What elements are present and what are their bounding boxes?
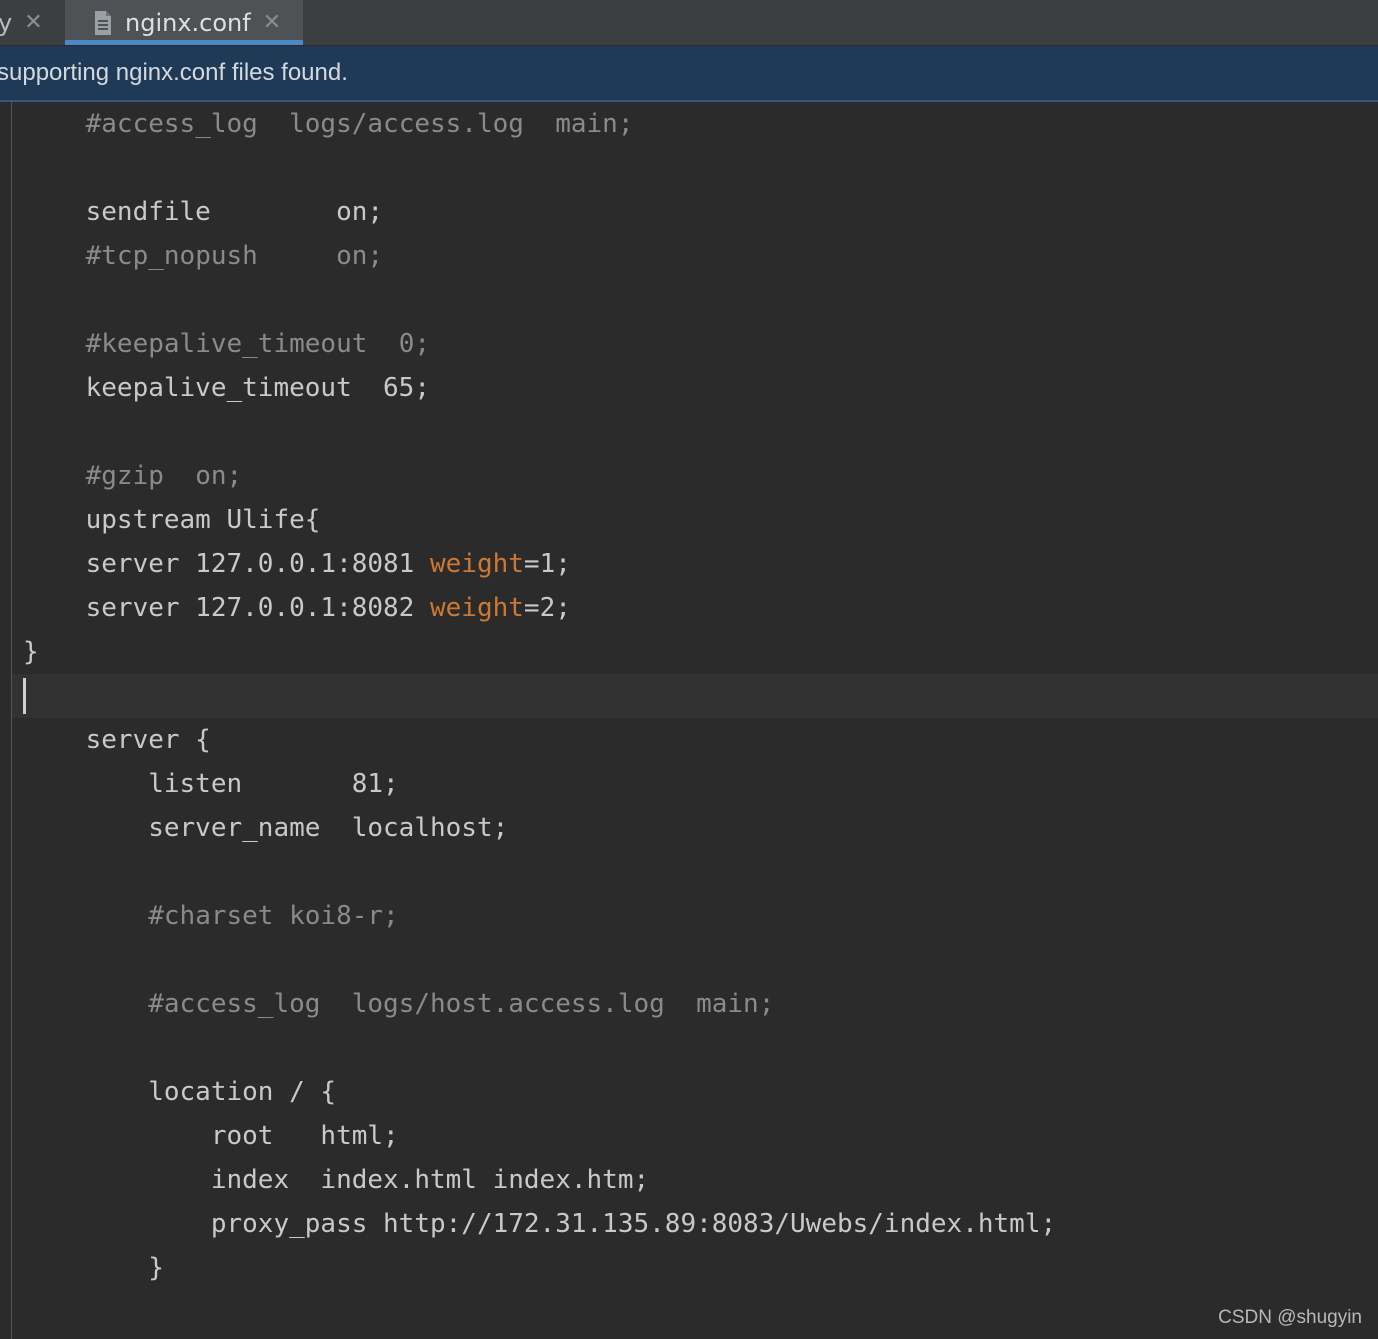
code-line[interactable]: sendfile on; bbox=[23, 190, 1056, 234]
code-line[interactable]: server_name localhost; bbox=[23, 806, 1056, 850]
code-line[interactable]: } bbox=[23, 1246, 1056, 1290]
code-line[interactable]: upstream Ulife{ bbox=[23, 498, 1056, 542]
code-token: root html; bbox=[23, 1121, 399, 1151]
code-line[interactable]: #tcp_nopush on; bbox=[23, 234, 1056, 278]
code-line[interactable]: #keepalive_timeout 0; bbox=[23, 322, 1056, 366]
code-token: server 127.0.0.1:8082 bbox=[23, 593, 430, 623]
close-icon[interactable]: ✕ bbox=[24, 10, 42, 35]
code-token: upstream Ulife{ bbox=[23, 505, 321, 535]
tab-label: y bbox=[0, 8, 13, 37]
code-line[interactable]: server { bbox=[23, 718, 1056, 762]
file-icon bbox=[93, 10, 113, 36]
code-token: #access_log logs/access.log main; bbox=[85, 109, 634, 139]
code-token: #access_log logs/host.access.log main; bbox=[148, 989, 775, 1019]
code-token: #keepalive_timeout 0; bbox=[85, 329, 430, 359]
code-editor[interactable]: #access_log logs/access.log main; sendfi… bbox=[0, 102, 1378, 1339]
code-line[interactable] bbox=[23, 146, 1056, 190]
code-line[interactable] bbox=[23, 850, 1056, 894]
code-token: } bbox=[23, 1253, 164, 1283]
code-line[interactable]: server 127.0.0.1:8081 weight=1; bbox=[23, 542, 1056, 586]
code-line[interactable]: #gzip on; bbox=[23, 454, 1056, 498]
code-token: server { bbox=[23, 725, 211, 755]
code-token: index index.html index.htm; bbox=[23, 1165, 650, 1195]
code-token: location / { bbox=[23, 1077, 337, 1107]
code-token: weight bbox=[430, 549, 524, 579]
code-line[interactable]: location / { bbox=[23, 1070, 1056, 1114]
gutter-divider bbox=[11, 102, 12, 1339]
close-icon[interactable]: ✕ bbox=[263, 10, 281, 35]
code-line[interactable] bbox=[23, 674, 1056, 718]
code-token: proxy_pass http://172.31.135.89:8083/Uwe… bbox=[23, 1209, 1057, 1239]
code-line[interactable]: #access_log logs/access.log main; bbox=[23, 102, 1056, 146]
code-token: weight bbox=[430, 593, 524, 623]
code-token: #charset koi8-r; bbox=[148, 901, 399, 931]
code-line[interactable]: proxy_pass http://172.31.135.89:8083/Uwe… bbox=[23, 1202, 1056, 1246]
code-token: listen 81; bbox=[23, 769, 399, 799]
code-line[interactable]: listen 81; bbox=[23, 762, 1056, 806]
active-tab-indicator bbox=[65, 40, 303, 45]
code-token: #tcp_nopush on; bbox=[85, 241, 384, 271]
tab-previous-file[interactable]: y ✕ bbox=[0, 0, 62, 45]
watermark: CSDN @shugyin bbox=[1218, 1307, 1362, 1328]
code-line[interactable] bbox=[23, 410, 1056, 454]
code-token: keepalive_timeout 65; bbox=[23, 373, 430, 403]
code-line[interactable]: index index.html index.htm; bbox=[23, 1158, 1056, 1202]
code-token: =2; bbox=[523, 593, 571, 623]
code-token: server 127.0.0.1:8081 bbox=[23, 549, 430, 579]
editor-tab-bar: y ✕ nginx.conf ✕ bbox=[0, 0, 1378, 46]
code-line[interactable]: server 127.0.0.1:8082 weight=2; bbox=[23, 586, 1056, 630]
tab-label: nginx.conf bbox=[125, 8, 251, 37]
tab-nginx-conf[interactable]: nginx.conf ✕ bbox=[65, 0, 303, 45]
code-line[interactable] bbox=[23, 1026, 1056, 1070]
code-token: sendfile on; bbox=[23, 197, 384, 227]
code-line[interactable]: } bbox=[23, 630, 1056, 674]
code-token: =1; bbox=[523, 549, 571, 579]
code-token: server_name localhost; bbox=[23, 813, 509, 843]
code-token: } bbox=[23, 637, 39, 667]
code-line[interactable]: keepalive_timeout 65; bbox=[23, 366, 1056, 410]
code-line[interactable]: root html; bbox=[23, 1114, 1056, 1158]
code-line[interactable] bbox=[23, 938, 1056, 982]
code-line[interactable] bbox=[23, 278, 1056, 322]
code-line[interactable]: #access_log logs/host.access.log main; bbox=[23, 982, 1056, 1026]
code-token: #gzip on; bbox=[85, 461, 243, 491]
banner-text: supporting nginx.conf files found. bbox=[0, 59, 348, 86]
code-line[interactable]: #charset koi8-r; bbox=[23, 894, 1056, 938]
notification-banner: supporting nginx.conf files found. bbox=[0, 46, 1378, 102]
code-content[interactable]: #access_log logs/access.log main; sendfi… bbox=[23, 102, 1056, 1290]
